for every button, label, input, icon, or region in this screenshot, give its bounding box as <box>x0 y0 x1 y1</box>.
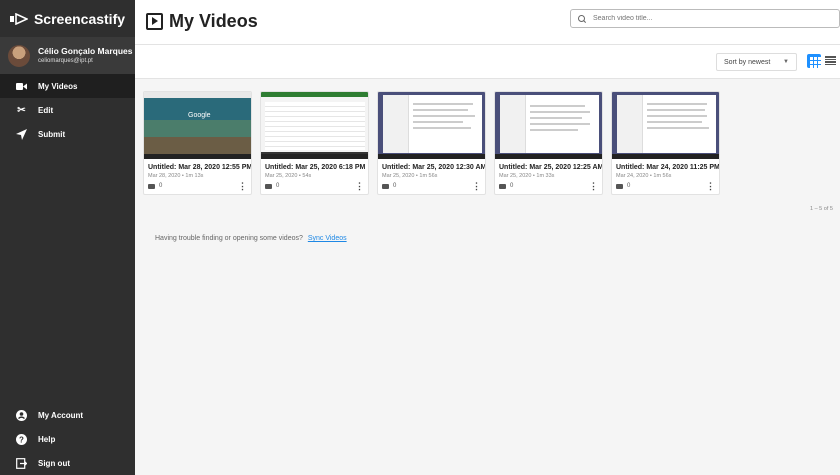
video-card[interactable]: Untitled: Mar 25, 2020 12:30 AM Mar 25, … <box>377 91 486 195</box>
view-count: 0 <box>159 183 163 189</box>
more-options-icon[interactable]: ⋮ <box>589 182 598 191</box>
sidebar-item-label: Submit <box>38 129 66 139</box>
sidebar-item-help[interactable]: ? Help <box>0 427 135 451</box>
sidebar-item-sign-out[interactable]: Sign out <box>0 451 135 475</box>
sidebar-item-my-account[interactable]: My Account <box>0 403 135 427</box>
help-icon: ? <box>16 433 27 445</box>
sidebar-item-submit[interactable]: Submit <box>0 122 135 146</box>
sort-label: Sort by newest <box>724 58 771 66</box>
screencastify-logo-icon <box>9 12 28 25</box>
page-title: My Videos <box>146 11 258 32</box>
more-options-icon[interactable]: ⋮ <box>706 182 715 191</box>
video-meta: Mar 24, 2020 • 1m 56s <box>616 173 672 179</box>
page-title-text: My Videos <box>169 11 258 31</box>
video-grid: Google Untitled: Mar 28, 2020 12:55 PM M… <box>143 91 720 195</box>
video-meta: Mar 25, 2020 • 1m 56s <box>382 173 438 179</box>
video-meta: Mar 25, 2020 • 1m 33s <box>499 173 555 179</box>
send-icon <box>16 128 27 140</box>
more-options-icon[interactable]: ⋮ <box>472 182 481 191</box>
sidebar-item-label: My Videos <box>38 81 78 91</box>
sidebar-item-label: Help <box>38 434 56 444</box>
sync-videos-link[interactable]: Sync Videos <box>308 235 347 242</box>
video-title[interactable]: Untitled: Mar 24, 2020 11:25 PM <box>612 159 719 171</box>
views-icon <box>616 183 623 189</box>
video-title[interactable]: Untitled: Mar 28, 2020 12:55 PM <box>144 159 251 171</box>
video-meta: Mar 25, 2020 • 54s <box>265 173 312 179</box>
chevron-down-icon: ▼ <box>783 59 789 65</box>
svg-text:?: ? <box>19 435 24 444</box>
views-icon <box>499 183 506 189</box>
video-card[interactable]: Google Untitled: Mar 28, 2020 12:55 PM M… <box>143 91 252 195</box>
video-thumbnail[interactable]: Google <box>144 92 251 159</box>
sidebar: Screencastify Célio Gonçalo Marques celi… <box>0 0 135 475</box>
views-icon <box>382 183 389 189</box>
video-thumbnail[interactable] <box>612 92 719 159</box>
thumbnail-google-text: Google <box>188 112 211 119</box>
list-view-icon[interactable] <box>825 55 836 66</box>
view-count: 0 <box>510 183 514 189</box>
profile-name: Célio Gonçalo Marques <box>38 45 133 56</box>
views-icon <box>148 183 155 189</box>
view-count: 0 <box>627 183 631 189</box>
video-thumbnail[interactable] <box>378 92 485 159</box>
sidebar-bottom: My Account ? Help Sign out <box>0 403 135 475</box>
sidebar-item-label: Sign out <box>38 458 70 468</box>
sign-out-icon <box>16 457 27 469</box>
more-options-icon[interactable]: ⋮ <box>355 182 364 191</box>
view-count: 0 <box>393 183 397 189</box>
search-input[interactable] <box>593 15 793 22</box>
video-card[interactable]: Untitled: Mar 25, 2020 12:25 AM Mar 25, … <box>494 91 603 195</box>
views-icon <box>265 183 272 189</box>
play-icon <box>146 13 163 30</box>
sort-select[interactable]: Sort by newest ▼ <box>716 53 797 71</box>
brand-name: Screencastify <box>33 10 126 27</box>
sidebar-item-label: Edit <box>38 105 54 115</box>
more-options-icon[interactable]: ⋮ <box>238 182 247 191</box>
video-camera-icon <box>16 81 27 92</box>
video-title[interactable]: Untitled: Mar 25, 2020 6:18 PM <box>261 159 368 171</box>
video-title[interactable]: Untitled: Mar 25, 2020 12:30 AM <box>378 159 485 171</box>
profile[interactable]: Célio Gonçalo Marques celiomarques@ipt.p… <box>0 37 135 74</box>
sidebar-item-label: My Account <box>38 410 84 420</box>
avatar <box>8 44 30 67</box>
video-thumbnail[interactable] <box>495 92 602 159</box>
header: My Videos <box>135 0 840 45</box>
sync-help: Having trouble finding or opening some v… <box>155 235 347 242</box>
sync-help-text: Having trouble finding or opening some v… <box>155 235 303 242</box>
sidebar-item-my-videos[interactable]: My Videos <box>0 74 135 98</box>
sidebar-item-edit[interactable]: ✂ Edit <box>0 98 135 122</box>
video-meta: Mar 28, 2020 • 1m 13s <box>148 173 204 179</box>
video-thumbnail[interactable] <box>261 92 368 159</box>
brand[interactable]: Screencastify <box>0 0 135 37</box>
profile-email: celiomarques@ipt.pt <box>38 57 93 64</box>
account-icon <box>16 409 27 421</box>
scissors-icon: ✂ <box>17 104 26 116</box>
grid-view-icon[interactable] <box>807 54 821 68</box>
video-card[interactable]: Untitled: Mar 25, 2020 6:18 PM Mar 25, 2… <box>260 91 369 195</box>
view-count: 0 <box>276 183 280 189</box>
video-title[interactable]: Untitled: Mar 25, 2020 12:25 AM <box>495 159 602 171</box>
toolbar: Sort by newest ▼ <box>135 45 840 79</box>
video-card[interactable]: Untitled: Mar 24, 2020 11:25 PM Mar 24, … <box>611 91 720 195</box>
pagination-count: 1 – 5 of 5 <box>810 206 833 212</box>
search-icon <box>578 14 586 23</box>
search-box[interactable] <box>570 9 840 28</box>
